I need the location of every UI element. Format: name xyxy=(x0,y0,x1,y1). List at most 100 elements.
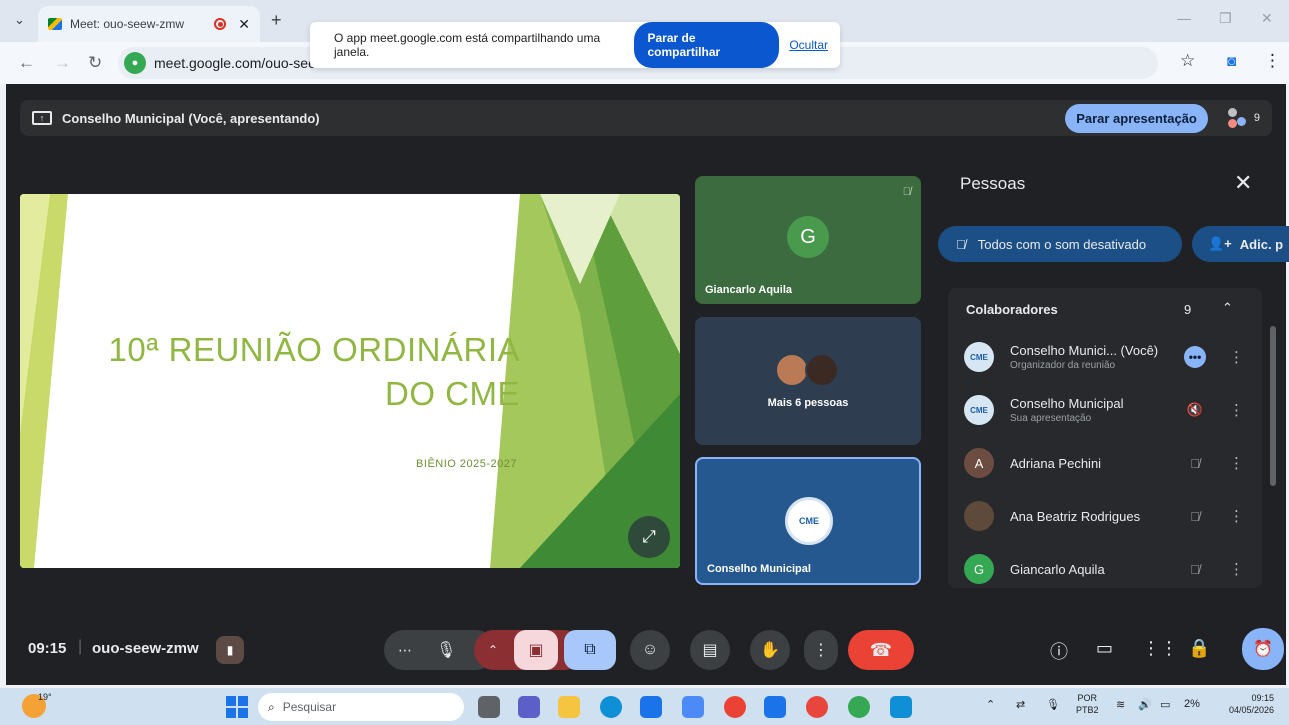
participant-options-icon[interactable]: ⋮ xyxy=(1229,507,1244,525)
store-icon[interactable] xyxy=(640,696,662,718)
browser-menu-icon[interactable]: ⋮ xyxy=(1264,51,1281,71)
participant-row[interactable]: CME Conselho Munici... (Você) Organizado… xyxy=(964,334,1244,380)
present-icon: ⧉ xyxy=(584,641,596,658)
file-explorer-icon[interactable] xyxy=(558,696,580,718)
host-controls-icon[interactable]: ▮ xyxy=(216,636,244,664)
slide-subtitle: BIÊNIO 2025-2027 xyxy=(416,458,517,470)
avatar: CME xyxy=(964,395,994,425)
windows-taskbar: 19° ⌕ Pesquisar ⌃ ⇄ 🎙 POR PTB2 ≋ 🔊 ▭ 2% … xyxy=(0,688,1289,725)
volume-icon[interactable]: 🔊 xyxy=(1138,698,1152,711)
add-people-button[interactable]: 👤+ Adic. p xyxy=(1192,226,1289,262)
alarm-clock-icon: ⏰ xyxy=(1253,641,1273,658)
new-tab-icon[interactable]: + xyxy=(271,10,282,31)
audio-off-icon: 🔇 xyxy=(1186,402,1204,417)
chrome-icon[interactable] xyxy=(724,696,746,718)
add-people-label: Adic. p xyxy=(1239,236,1284,252)
panel-scrollbar[interactable] xyxy=(1270,326,1276,486)
more-options-button[interactable]: ⋮ xyxy=(804,630,838,670)
show-hidden-icons-icon[interactable]: ⌃ xyxy=(986,698,995,711)
more-people-label: Mais 6 pessoas xyxy=(767,397,849,409)
taskbar-search[interactable]: ⌕ Pesquisar xyxy=(258,693,464,721)
system-clock[interactable]: 09:15 04/05/2026 xyxy=(1214,692,1274,716)
edge-icon[interactable] xyxy=(600,696,622,718)
bookmark-star-icon[interactable]: ☆ xyxy=(1180,51,1195,71)
tab-title: Meet: ouo-seew-zmw xyxy=(70,17,185,31)
stop-presenting-button[interactable]: Parar apresentação xyxy=(1065,103,1208,133)
mic-in-use-icon[interactable]: ● xyxy=(124,52,146,74)
collapse-chevron-icon[interactable]: ⌃ xyxy=(1222,300,1233,316)
network-share-icon[interactable]: ⇄ xyxy=(1016,698,1025,711)
chrome-profile-icon[interactable] xyxy=(848,696,870,718)
temperature: 19° xyxy=(38,692,52,702)
captions-button[interactable]: ▤ xyxy=(690,630,730,670)
minimize-icon[interactable]: — xyxy=(1177,10,1191,26)
participant-row[interactable]: A Adriana Pechini 🎙̸ ⋮ xyxy=(964,440,1244,486)
app-icon[interactable] xyxy=(806,696,828,718)
end-call-button[interactable]: ☎ xyxy=(848,630,914,670)
video-options-chevron-icon[interactable]: ⌃ xyxy=(488,643,498,657)
activities-icon[interactable]: ⋮⋮ xyxy=(1142,638,1178,659)
app-icon[interactable] xyxy=(682,696,704,718)
tab-search-chevron-icon[interactable]: ⌄ xyxy=(14,12,25,28)
tab-close-icon[interactable]: ✕ xyxy=(238,16,250,33)
teams-icon[interactable] xyxy=(518,696,540,718)
participant-name: Conselho Municipal xyxy=(1010,396,1124,411)
hide-link[interactable]: Ocultar xyxy=(789,38,828,52)
window-close-icon[interactable]: ✕ xyxy=(1261,10,1273,27)
participant-tile-giancarlo[interactable]: 🎙̸ G Giancarlo Aquila xyxy=(695,176,921,304)
participant-tile-others[interactable]: Mais 6 pessoas xyxy=(695,317,921,445)
more-audio-options-icon[interactable]: ⋯ xyxy=(398,642,412,659)
mic-tray-icon[interactable]: 🎙 xyxy=(1046,698,1060,711)
add-person-icon: 👤+ xyxy=(1208,236,1232,251)
participant-row[interactable]: Ana Beatriz Rodrigues 🎙̸ ⋮ xyxy=(964,493,1244,539)
app-icon[interactable] xyxy=(890,696,912,718)
expand-presentation-button[interactable]: ⤢ xyxy=(628,516,670,558)
mute-all-button[interactable]: 🎙̸ Todos com o som desativado xyxy=(938,226,1182,262)
presented-slide: 10ª REUNIÃO ORDINÁRIA DO CME BIÊNIO 2025… xyxy=(20,194,680,568)
participant-avatars xyxy=(775,353,847,387)
stop-sharing-button[interactable]: Parar de compartilhar xyxy=(633,22,780,68)
wifi-icon[interactable]: ≋ xyxy=(1116,698,1125,711)
presentation-title: Conselho Municipal (Você, apresentando) xyxy=(62,110,320,126)
task-view-icon[interactable] xyxy=(478,696,500,718)
host-lock-icon[interactable]: 🔒 xyxy=(1188,638,1210,659)
battery-icon[interactable]: ▭ xyxy=(1160,698,1170,711)
meeting-info-icon[interactable]: ⓘ xyxy=(1050,638,1068,664)
back-icon[interactable]: ← xyxy=(18,53,35,73)
extension-icon[interactable]: ◙ xyxy=(1227,53,1236,70)
camera-off-button[interactable]: ▣ xyxy=(514,630,558,670)
raise-hand-button[interactable]: ✋ xyxy=(750,630,790,670)
microphone-icon[interactable]: 🎙 xyxy=(436,640,456,660)
clock-time: 09:15 xyxy=(1251,693,1274,703)
participant-row[interactable]: CME Conselho Municipal Sua apresentação … xyxy=(964,387,1244,433)
timer-button[interactable]: ⏰ xyxy=(1242,628,1284,670)
present-screen-button[interactable]: ⧉ xyxy=(564,630,616,670)
screen-share-notification: O app meet.google.com está compartilhand… xyxy=(310,22,840,68)
avatar: A xyxy=(964,448,994,478)
participant-row[interactable]: G Giancarlo Aquila 🎙̸ ⋮ xyxy=(964,546,1244,592)
meeting-clock: 09:15 xyxy=(28,640,67,657)
participant-tile-conselho[interactable]: CME Conselho Municipal xyxy=(695,457,921,585)
share-message: O app meet.google.com está compartilhand… xyxy=(334,31,601,59)
chat-icon[interactable]: ▭ xyxy=(1096,638,1113,659)
restore-icon[interactable]: ❐ xyxy=(1219,10,1232,27)
participants-button[interactable]: 9 xyxy=(1227,108,1260,128)
tile-participant-name: Giancarlo Aquila xyxy=(705,284,793,296)
mic-off-icon: 🎙̸ xyxy=(1190,455,1200,471)
input-language[interactable]: POR PTB2 xyxy=(1076,692,1099,716)
participant-role: Sua apresentação xyxy=(1010,413,1092,424)
participant-options-icon[interactable]: ⋮ xyxy=(1229,454,1244,472)
reload-icon[interactable]: ↻ xyxy=(88,53,102,73)
participant-options-icon[interactable]: ⋮ xyxy=(1229,401,1244,419)
divider: | xyxy=(78,638,83,655)
participant-options-icon[interactable]: ⋮ xyxy=(1229,560,1244,578)
reactions-button[interactable]: ☺ xyxy=(630,630,670,670)
participant-options-icon[interactable]: ⋮ xyxy=(1229,348,1244,366)
close-panel-icon[interactable]: ✕ xyxy=(1234,170,1252,196)
clock-date: 04/05/2026 xyxy=(1228,705,1274,715)
forward-icon[interactable]: → xyxy=(54,53,71,73)
calendar-icon[interactable] xyxy=(764,696,786,718)
start-button[interactable] xyxy=(226,696,248,718)
hang-up-icon: ☎ xyxy=(869,639,893,660)
tab-meet[interactable]: Meet: ouo-seew-zmw ✕ xyxy=(38,6,260,42)
